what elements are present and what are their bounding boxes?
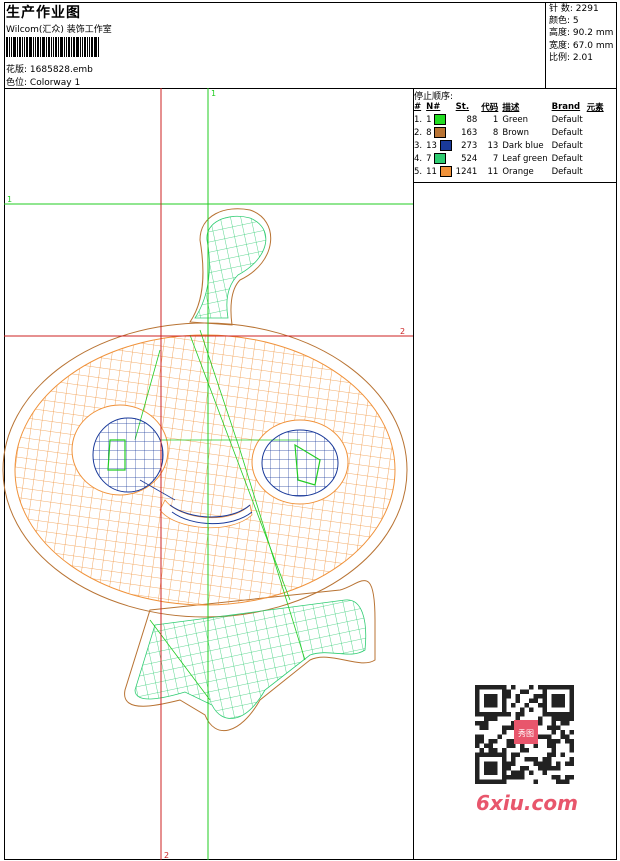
watermark-logo: 6xiu.com <box>476 791 578 815</box>
antenna-fill <box>194 215 267 319</box>
red-h-label: 2 <box>400 327 405 336</box>
left-eye <box>92 417 164 493</box>
qr-code: 秀图 <box>470 680 580 790</box>
green-h-label: 1 <box>7 195 12 204</box>
body-fill <box>134 599 367 719</box>
red-v-label: 2 <box>164 851 169 860</box>
green-v-label: 1 <box>211 89 216 98</box>
right-eye <box>261 429 339 497</box>
qr-badge-text: 秀图 <box>518 728 534 738</box>
